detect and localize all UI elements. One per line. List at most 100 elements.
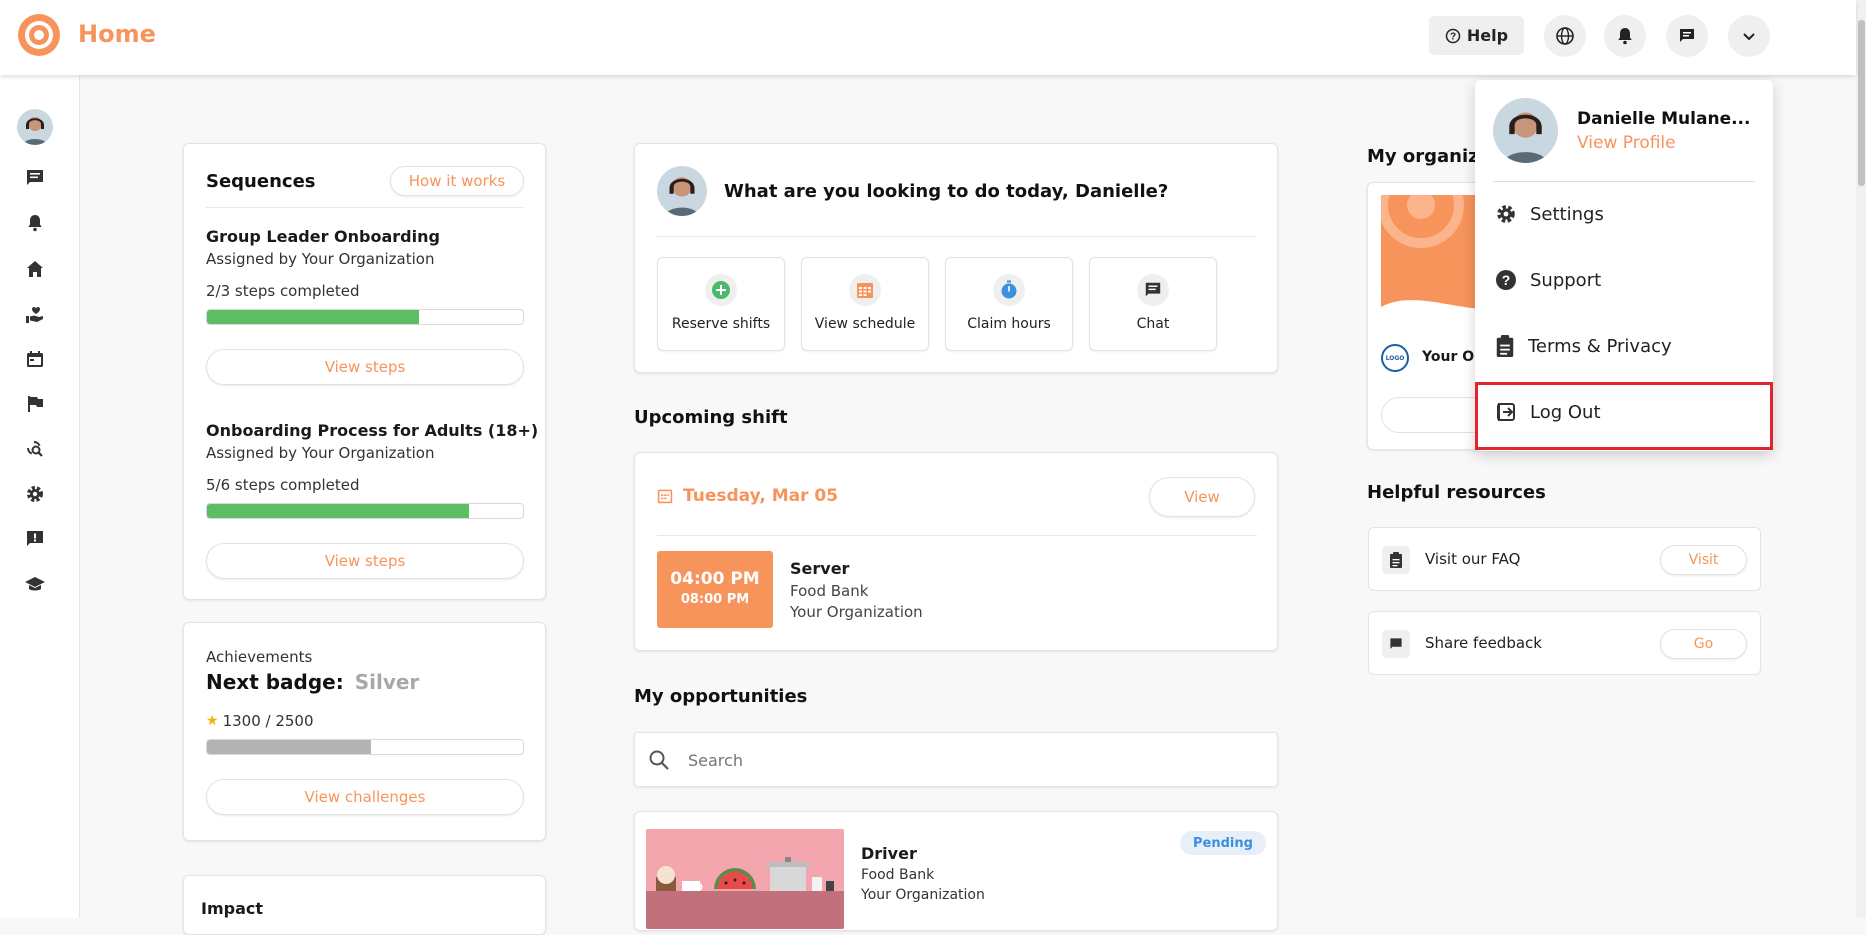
question-circle-icon: ? [1496, 270, 1516, 290]
notifications-button[interactable] [1604, 15, 1646, 57]
shift-role: Server [790, 559, 850, 578]
sequences-card: Sequences How it works Group Leader Onbo… [183, 143, 546, 600]
divider [206, 207, 524, 208]
sequences-title: Sequences [206, 171, 316, 192]
reserve-shifts-button[interactable]: Reserve shifts [657, 257, 785, 351]
search-input[interactable] [688, 745, 1258, 775]
sequence-progress-bar [206, 309, 524, 325]
view-challenges-button[interactable]: View challenges [206, 779, 524, 815]
calendar-grid-icon [857, 283, 873, 298]
action-label: Claim hours [967, 316, 1051, 332]
resource-label: Visit our FAQ [1425, 550, 1521, 568]
top-bar: Home ? Help [0, 0, 1856, 75]
opportunity-title: Driver [861, 844, 917, 863]
sidebar-flag-icon[interactable] [24, 393, 46, 415]
organization-name: Your Or [1422, 349, 1482, 365]
star-icon: ★ [206, 713, 219, 729]
sidebar-messages-icon[interactable] [24, 167, 46, 189]
quick-actions-card: What are you looking to do today, Daniel… [634, 143, 1278, 373]
sidebar-graduation-cap-icon[interactable] [24, 573, 46, 595]
prompt-question: What are you looking to do today, Daniel… [724, 181, 1169, 202]
svg-text:?: ? [1450, 31, 1456, 42]
bell-icon [1618, 28, 1632, 45]
profile-name: Danielle Mulane... [1577, 109, 1751, 129]
divider [657, 236, 1257, 237]
avatar [1493, 98, 1558, 163]
view-schedule-button[interactable]: View schedule [801, 257, 929, 351]
upcoming-shift-card: Tuesday, Mar 05 View 04:00 PM 08:00 PM S… [634, 452, 1278, 651]
sidebar-calendar-icon[interactable] [24, 348, 46, 370]
resource-row: Share feedback Go [1368, 611, 1761, 675]
impact-card: Impact [183, 875, 546, 935]
feedback-icon [1390, 638, 1402, 649]
opportunity-location: Food Bank [861, 867, 935, 883]
menu-item-log-out[interactable]: Log Out [1495, 401, 1601, 423]
organization-logo: LOGO [1381, 344, 1409, 372]
messages-button[interactable] [1666, 15, 1708, 57]
menu-item-settings[interactable]: Settings [1495, 203, 1604, 225]
progress-fill [207, 740, 372, 754]
view-steps-button[interactable]: View steps [206, 543, 524, 579]
progress-fill [207, 504, 470, 518]
scrollbar-thumb[interactable] [1858, 20, 1865, 186]
profile-menu-toggle[interactable] [1728, 15, 1770, 57]
resource-row: Visit our FAQ Visit [1368, 527, 1761, 591]
svg-text:?: ? [1502, 272, 1511, 288]
app-logo-icon[interactable] [16, 12, 62, 58]
language-button[interactable] [1544, 15, 1586, 57]
next-badge-label: Next badge: [206, 670, 344, 694]
question-circle-icon: ? [1445, 28, 1461, 43]
menu-item-label: Support [1530, 269, 1602, 291]
clipboard-icon [1390, 552, 1402, 568]
menu-item-support[interactable]: ? Support [1495, 269, 1601, 291]
share-feedback-button[interactable]: Go [1660, 629, 1747, 659]
chat-icon [1145, 282, 1161, 297]
how-it-works-button[interactable]: How it works [390, 166, 524, 196]
divider [1493, 181, 1755, 182]
logout-icon [1497, 403, 1515, 421]
view-shift-button[interactable]: View [1149, 477, 1255, 517]
sidebar-refresh-search-icon[interactable] [24, 438, 46, 460]
sidebar-home-icon[interactable] [24, 258, 46, 280]
sequence-title: Group Leader Onboarding [206, 227, 440, 246]
sequence-progress-bar [206, 503, 524, 519]
sequence-assigned: Assigned by Your Organization [206, 250, 435, 268]
visit-faq-button[interactable]: Visit [1660, 545, 1747, 575]
my-opportunities-heading: My opportunities [634, 686, 808, 707]
chat-button[interactable]: Chat [1089, 257, 1217, 351]
achievements-title: Achievements [206, 648, 313, 666]
status-badge: Pending [1180, 831, 1266, 855]
achievements-card: Achievements Next badge: Silver ★ 1300 /… [183, 622, 546, 841]
my-organizations-heading: My organiza [1367, 146, 1491, 167]
action-label: View schedule [814, 316, 916, 332]
opportunity-card[interactable]: Driver Food Bank Your Organization Pendi… [634, 811, 1278, 931]
action-label: Chat [1136, 316, 1170, 332]
sequence-assigned: Assigned by Your Organization [206, 444, 435, 462]
progress-fill [207, 310, 419, 324]
chat-icon [1680, 29, 1694, 42]
avatar[interactable] [17, 109, 53, 145]
menu-item-terms-privacy[interactable]: Terms & Privacy [1495, 335, 1672, 357]
impact-title: Impact [201, 899, 264, 918]
divider [657, 535, 1257, 536]
claim-hours-button[interactable]: Claim hours [945, 257, 1073, 351]
scrollbar[interactable] [1856, 0, 1866, 918]
resource-label: Share feedback [1425, 634, 1542, 652]
sidebar-volunteer-hand-icon[interactable] [24, 303, 46, 325]
menu-item-label: Log Out [1530, 401, 1601, 423]
sidebar-settings-icon[interactable] [24, 483, 46, 505]
clipboard-icon [1496, 335, 1514, 357]
view-steps-button[interactable]: View steps [206, 349, 524, 385]
sidebar-feedback-icon[interactable] [24, 528, 46, 550]
opportunity-org: Your Organization [861, 887, 985, 903]
help-button[interactable]: ? Help [1429, 16, 1524, 55]
menu-item-label: Terms & Privacy [1528, 335, 1672, 357]
shift-date: Tuesday, Mar 05 [683, 486, 839, 506]
timer-icon [1001, 280, 1017, 299]
sidebar-bell-icon[interactable] [24, 212, 46, 234]
page-title: Home [78, 20, 156, 48]
view-profile-link[interactable]: View Profile [1577, 133, 1676, 153]
gear-icon [1497, 205, 1515, 223]
plus-circle-icon [712, 281, 730, 299]
sequence-title: Onboarding Process for Adults (18+) [206, 421, 539, 440]
